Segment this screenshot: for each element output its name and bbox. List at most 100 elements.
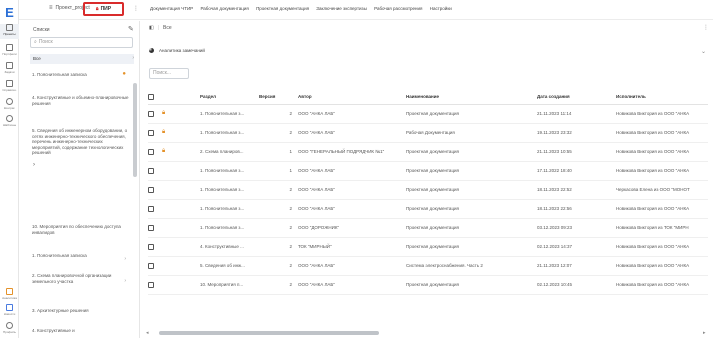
cell-date: 02.12.2023 14:37 (537, 237, 616, 257)
table-row[interactable]: 1. Пояснительная з... 2 ООО "ДОРОЖНИК" Прое… (148, 218, 708, 238)
column-header-section[interactable]: Раздел (200, 90, 259, 105)
column-header-executor[interactable]: Исполнитель (616, 90, 708, 105)
table-row[interactable]: 1. Пояснительная з... 2 ООО "АНКА ЛАБ" Прое… (148, 199, 708, 219)
select-cell[interactable] (148, 237, 162, 257)
cell-section: 1. Пояснительная з... (200, 123, 259, 143)
cell-section: 2. Схема планиров... (200, 142, 259, 162)
documents-table: Раздел Версия Автор Наименование Дата со… (148, 90, 708, 295)
tab-working-docs[interactable]: Рабочая документация (200, 6, 248, 11)
select-cell[interactable] (148, 161, 162, 181)
pir-tab-label: ПИР (100, 6, 112, 12)
analytics-toggle[interactable]: Аналитика замечаний (149, 48, 205, 54)
table-row[interactable]: 1. Пояснительная з... 1 ООО "АНКА ЛАБ" Прое… (148, 161, 708, 181)
tree-item-label: 4. Конструктивные и объемно-планировочны… (32, 95, 129, 106)
select-all-cell[interactable] (148, 90, 162, 105)
tasks-icon (6, 62, 13, 69)
cell-version: 1 (259, 161, 298, 181)
select-cell[interactable] (148, 199, 162, 219)
rail-item-tasks[interactable]: Задачи (0, 62, 19, 74)
tab-project-docs[interactable]: Проектная документация (256, 6, 309, 11)
tab-review[interactable]: Рабочая рассмотрения (374, 6, 422, 11)
app-logo[interactable]: E (0, 5, 19, 20)
rail-item-profile[interactable]: Профиль (0, 322, 19, 334)
pie-chart-icon (149, 48, 154, 54)
cell-author: ООО "ДОРОЖНИК" (298, 218, 406, 238)
table-search-input[interactable]: Поиск... (149, 68, 189, 79)
edit-pencil-icon[interactable]: ✎ (128, 25, 134, 33)
expand-chevron-icon[interactable]: › (33, 162, 35, 168)
checkbox[interactable] (148, 148, 154, 155)
cell-date: 19.11.2023 23:32 (537, 123, 616, 143)
select-cell[interactable] (148, 218, 162, 238)
select-cell[interactable] (148, 142, 162, 162)
rail-label: Проекты (3, 32, 16, 36)
tab-settings[interactable]: Настройки (430, 6, 452, 11)
rail-label: Справочн. (2, 88, 17, 92)
cell-section: 1. Пояснительная з... (200, 161, 259, 181)
checkbox[interactable] (148, 224, 154, 231)
tree-item[interactable]: 4. Конструктивные и объемно-планировочны… (32, 95, 130, 106)
table-row[interactable]: 10. Мероприятия п... 2 ООО "АНКА ЛАБ" Проек… (148, 275, 708, 295)
cell-date: 18.11.2023 22:52 (537, 180, 616, 200)
tree-item[interactable]: 1. Пояснительная записка › (32, 253, 130, 262)
select-cell[interactable] (148, 123, 162, 143)
rail-item-news[interactable]: Новости (0, 304, 19, 316)
rail-item-directory[interactable]: Справочн. (0, 80, 19, 92)
checkbox[interactable] (148, 186, 154, 193)
left-rail: E Проекты Портфели Задачи Справочн. Конт… (0, 0, 19, 338)
table-row[interactable]: 1. Пояснительная з... 2 ООО "АНКА ЛАБ" Прое… (148, 180, 708, 200)
column-header-name[interactable]: Наименование (406, 90, 537, 105)
rail-item-templates[interactable]: Шаблоны (0, 115, 19, 127)
checkbox[interactable] (148, 281, 154, 288)
rail-item-contractors[interactable]: Контраг. (0, 98, 19, 110)
scrollbar-thumb[interactable] (159, 331, 379, 335)
more-vertical-icon[interactable]: ⋮ (133, 5, 139, 12)
select-cell[interactable] (148, 275, 162, 295)
tree-item[interactable]: 4. Конструктивные и (32, 328, 130, 334)
tree-item-label: 4. Конструктивные и (32, 328, 75, 333)
cell-section: 1. Пояснительная з... (200, 180, 259, 200)
checkbox[interactable] (148, 167, 154, 174)
panel-toggle-icon[interactable]: ◧ (149, 25, 154, 31)
horizontal-scrollbar[interactable] (147, 331, 707, 335)
column-header-version[interactable]: Версия (259, 90, 298, 105)
tree-item[interactable]: 10. Мероприятия по обеспечению доступа и… (32, 224, 130, 235)
column-header-author[interactable]: Автор (298, 90, 406, 105)
select-cell[interactable] (148, 104, 162, 124)
tab-doc-chtir[interactable]: Документация ЧТИР (150, 6, 193, 11)
rail-item-portfolios[interactable]: Портфели (0, 44, 19, 56)
select-cell[interactable] (148, 180, 162, 200)
lock-cell (162, 275, 200, 295)
tab-expertise[interactable]: Заключение экспертизы (316, 6, 367, 11)
select-cell[interactable] (148, 256, 162, 276)
tree-item[interactable]: 2. Схема планировочной организации земел… (32, 273, 130, 284)
tree-item[interactable]: 1. Пояснительная записка ● (32, 71, 130, 78)
table-row[interactable]: 5. Сведения об инж... 2 ООО "АНКА ЛАБ" Сист… (148, 256, 708, 276)
tree-item-all[interactable]: Все › (30, 54, 134, 64)
table-row[interactable]: 🔒︎ 1. Пояснительная з... 2 ООО "АНКА ЛАБ" Ра… (148, 123, 708, 143)
tree-item[interactable]: 5. Сведения об инженерном оборудовании, … (32, 128, 130, 156)
checkbox[interactable] (148, 93, 154, 100)
tab-pir[interactable]: 🔒︎ ПИР (83, 2, 124, 16)
checkbox[interactable] (148, 262, 154, 269)
checkbox[interactable] (148, 110, 154, 117)
rail-label: Шаблоны (2, 123, 17, 127)
tree-scrollbar[interactable] (133, 83, 137, 177)
tree-search-input[interactable]: ⌕ Поиск (30, 37, 133, 48)
scroll-right-icon[interactable]: ▸ (703, 330, 706, 336)
chevron-right-icon: › (124, 256, 126, 262)
checkbox[interactable] (148, 129, 154, 136)
tree-item[interactable]: 3. Архитектурные решения (32, 308, 130, 314)
column-header-date[interactable]: Дата создания (537, 90, 616, 105)
more-vertical-icon[interactable]: ⋮ (703, 24, 709, 31)
chevron-down-icon[interactable]: ⌄ (701, 48, 706, 55)
cell-author: ООО "АНКА ЛАБ" (298, 180, 406, 200)
table-row[interactable]: 4. Конструктивные ... 2 ТОК "МИРНЫЙ" Проект… (148, 237, 708, 257)
table-row[interactable]: 🔒︎ 1. Пояснительная з... 2 ООО "АНКА ЛАБ" Пр… (148, 104, 708, 124)
checkbox[interactable] (148, 205, 154, 212)
rail-item-analytics[interactable]: Аналитика (0, 288, 19, 300)
rail-item-projects[interactable]: Проекты (0, 24, 19, 39)
lock-column-header (162, 90, 200, 105)
checkbox[interactable] (148, 243, 154, 250)
table-row[interactable]: 🔒︎ 2. Схема планиров... 1 ООО "ГЕНЕРАЛЬНЫЙ … (148, 142, 708, 162)
